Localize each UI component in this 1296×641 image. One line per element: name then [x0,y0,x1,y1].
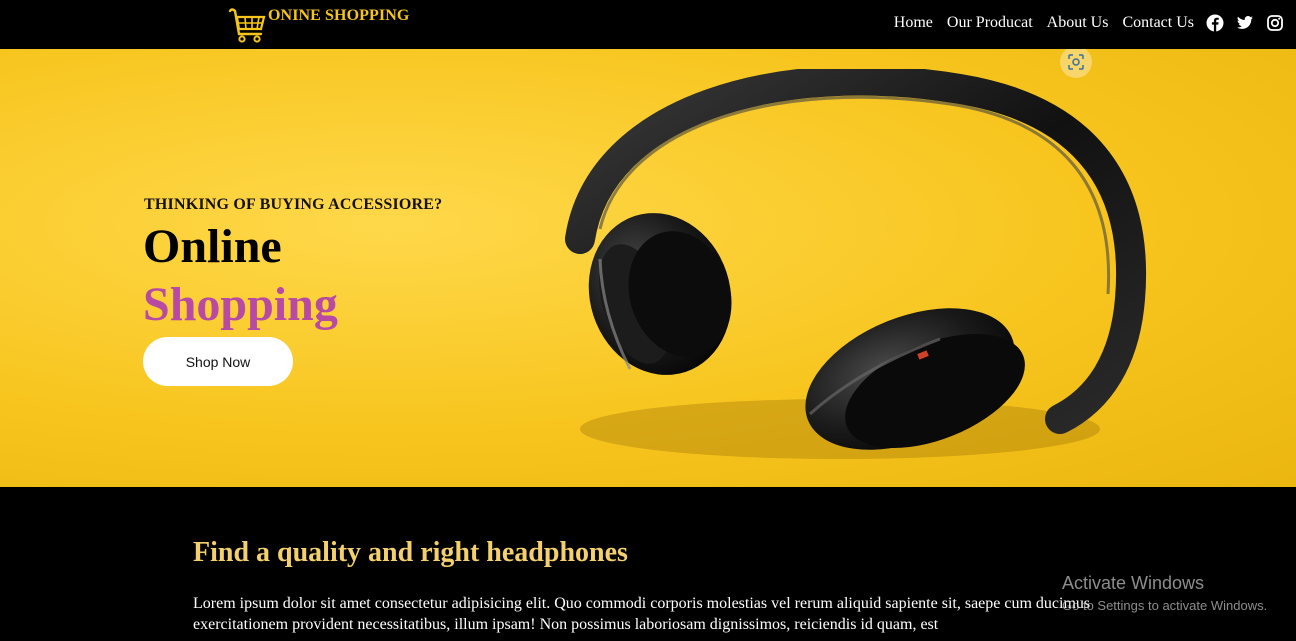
watermark-subtitle: Go to Settings to activate Windows. [1062,598,1268,613]
nav-link-about[interactable]: About Us [1047,14,1109,32]
headphones-image [565,69,1146,459]
hero-subtitle: THINKING OF BUYING ACCESSIORE? [144,196,443,213]
shop-now-button[interactable]: Shop Now [143,337,293,386]
twitter-icon[interactable] [1236,14,1254,32]
hero-title-line2: Shopping [143,278,338,331]
hero-banner: THINKING OF BUYING ACCESSIORE? Online Sh… [0,49,1296,487]
section-title: Find a quality and right headphones [193,537,628,568]
instagram-icon[interactable] [1266,14,1284,32]
nav-menu: Home Our Producat About Us Contact Us [880,14,1284,32]
info-section: Find a quality and right headphones Lore… [0,487,1296,641]
nav-link-products[interactable]: Our Producat [947,14,1033,32]
brand-logo[interactable]: ONINE SHOPPING [228,6,409,44]
shopping-cart-icon [228,8,266,43]
facebook-icon[interactable] [1206,14,1224,32]
hero-title-line1: Online [143,220,282,273]
nav-link-contact[interactable]: Contact Us [1122,14,1194,32]
windows-activation-watermark: Activate Windows Go to Settings to activ… [1062,573,1267,613]
brand-name: ONINE SHOPPING [268,7,410,24]
section-body-text: Lorem ipsum dolor sit amet consectetur a… [193,595,1091,633]
navbar: ONINE SHOPPING Home Our Producat About U… [0,0,1296,49]
watermark-title: Activate Windows [1062,573,1205,593]
nav-link-home[interactable]: Home [894,14,933,32]
